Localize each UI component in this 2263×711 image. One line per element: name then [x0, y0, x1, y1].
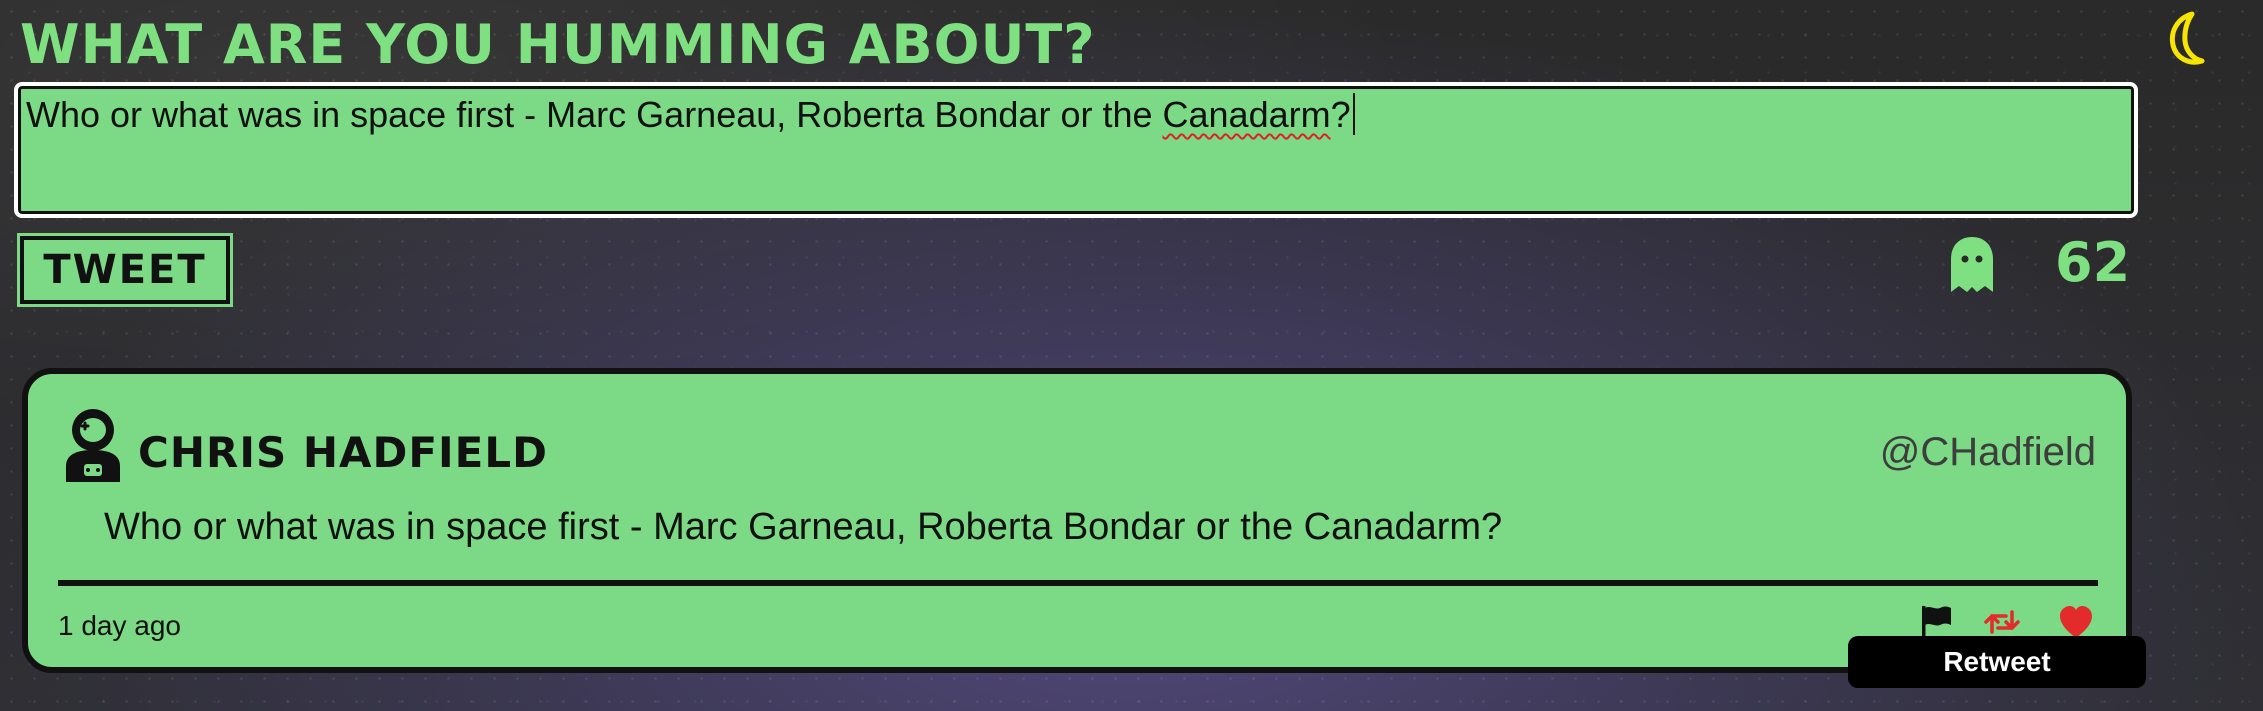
tweet-card: CHRIS HADFIELD @CHadfield Who or what wa…: [22, 368, 2132, 673]
composer-heading: WHAT ARE YOU HUMMING ABOUT?: [20, 13, 1096, 76]
composer-text: Who or what was in space first - Marc Ga…: [26, 94, 1163, 135]
text-caret: [1352, 93, 1355, 135]
tweet-timestamp: 1 day ago: [58, 610, 181, 641]
tweet-composer-input[interactable]: Who or what was in space first - Marc Ga…: [26, 92, 2126, 137]
tweet-composer[interactable]: Who or what was in space first - Marc Ga…: [14, 82, 2138, 218]
app: WHAT ARE YOU HUMMING ABOUT? Who or what …: [0, 0, 2263, 711]
ghost-icon: [1947, 234, 1997, 296]
character-count: 62: [2055, 231, 2131, 294]
astronaut-icon: [58, 406, 128, 484]
tweet-button[interactable]: TWEET: [20, 236, 230, 304]
tweet-author-name: CHRIS HADFIELD: [138, 428, 548, 477]
misspelled-word: Canadarm: [1162, 94, 1331, 135]
moon-icon[interactable]: [2158, 10, 2214, 66]
tweet-divider: [58, 580, 2098, 586]
retweet-tooltip: Retweet: [1848, 636, 2146, 688]
composer-text-end: ?: [1330, 94, 1351, 135]
tweet-author-handle[interactable]: @CHadfield: [1880, 432, 2096, 472]
tweet-text: Who or what was in space first - Marc Ga…: [104, 506, 1503, 548]
